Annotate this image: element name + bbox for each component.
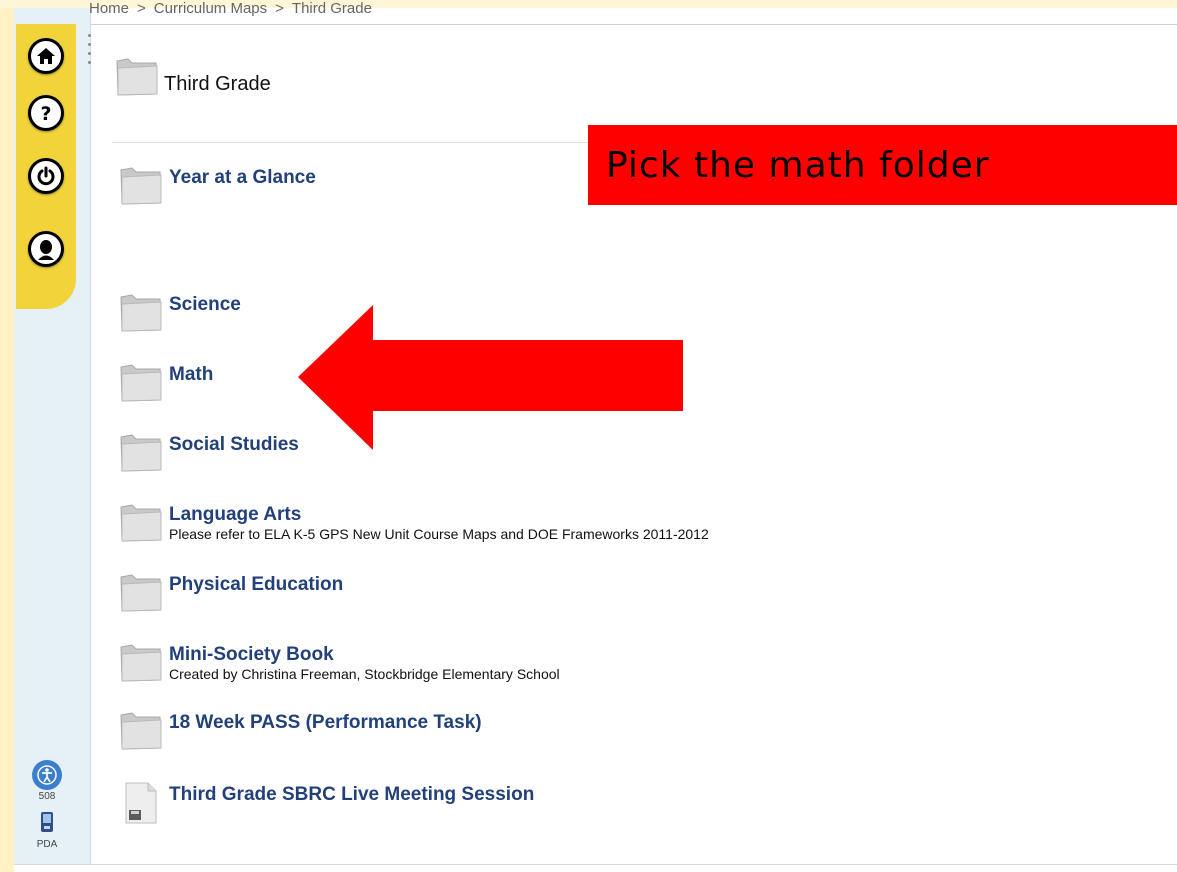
header-divider	[90, 24, 1177, 25]
help-icon: ?	[38, 103, 54, 123]
breadcrumb-curriculum-maps[interactable]: Curriculum Maps	[154, 0, 267, 17]
file-sbrc-live-meeting[interactable]: Third Grade SBRC Live Meeting Session	[118, 780, 534, 831]
page-title: Third Grade	[164, 73, 271, 95]
folder-label[interactable]: Math	[169, 364, 213, 386]
folder-mini-society-book[interactable]: Mini-Society Book Created by Christina F…	[118, 640, 560, 691]
home-button[interactable]	[28, 38, 64, 74]
folder-icon	[118, 640, 164, 691]
instruction-callout: Pick the math folder	[588, 125, 1177, 205]
profile-button[interactable]	[28, 231, 64, 267]
page-header: Third Grade	[114, 54, 271, 105]
folder-18-week-pass[interactable]: 18 Week PASS (Performance Task)	[118, 708, 482, 759]
accessibility-label: 508	[38, 791, 56, 802]
callout-text: Pick the math folder	[606, 144, 990, 186]
folder-icon	[118, 500, 164, 551]
profile-icon	[35, 238, 57, 260]
help-button[interactable]: ?	[28, 95, 64, 131]
folder-icon	[118, 290, 164, 341]
breadcrumb: Home > Curriculum Maps > Third Grade	[89, 0, 372, 17]
breadcrumb-current: Third Grade	[291, 0, 372, 17]
folder-label[interactable]: Physical Education	[169, 574, 343, 596]
folder-math[interactable]: Math	[118, 360, 213, 411]
rail-collapse-grip[interactable]	[86, 28, 94, 88]
folder-icon	[118, 360, 164, 411]
folder-icon	[118, 570, 164, 621]
slide-left-bar	[0, 0, 14, 872]
folder-language-arts[interactable]: Language Arts Please refer to ELA K-5 GP…	[118, 500, 709, 551]
folder-physical-education[interactable]: Physical Education	[118, 570, 343, 621]
breadcrumb-separator: >	[275, 0, 284, 17]
folder-icon	[114, 54, 160, 105]
folder-social-studies[interactable]: Social Studies	[118, 430, 299, 481]
folder-description: Please refer to ELA K-5 GPS New Unit Cou…	[169, 526, 709, 542]
folder-label[interactable]: Language Arts	[169, 504, 709, 526]
folder-description: Created by Christina Freeman, Stockbridg…	[169, 666, 560, 682]
folder-icon	[118, 430, 164, 481]
folder-science[interactable]: Science	[118, 290, 241, 341]
folder-label[interactable]: 18 Week PASS (Performance Task)	[169, 712, 482, 734]
folder-icon	[118, 708, 164, 759]
folder-label[interactable]: Science	[169, 294, 241, 316]
accessibility-icon	[32, 760, 62, 790]
left-rail: ? 508 PDA	[14, 8, 91, 864]
accessibility-508-button[interactable]: 508	[30, 760, 64, 802]
pda-label: PDA	[36, 839, 58, 850]
folder-label[interactable]: Mini-Society Book	[169, 644, 560, 666]
breadcrumb-home[interactable]: Home	[89, 0, 129, 17]
home-icon	[36, 47, 56, 65]
folder-icon	[118, 163, 164, 214]
power-icon	[36, 166, 56, 186]
left-arrow-icon	[298, 305, 688, 455]
folder-year-at-a-glance[interactable]: Year at a Glance	[118, 163, 316, 214]
pda-icon	[39, 812, 55, 837]
breadcrumb-separator: >	[137, 0, 146, 17]
file-icon	[118, 780, 164, 831]
folder-label[interactable]: Year at a Glance	[169, 167, 316, 189]
pda-button[interactable]: PDA	[30, 811, 64, 850]
svg-text:?: ?	[40, 103, 51, 123]
title-divider	[112, 142, 612, 143]
folder-label[interactable]: Social Studies	[169, 434, 299, 456]
logout-button[interactable]	[28, 158, 64, 194]
file-label[interactable]: Third Grade SBRC Live Meeting Session	[169, 784, 534, 806]
